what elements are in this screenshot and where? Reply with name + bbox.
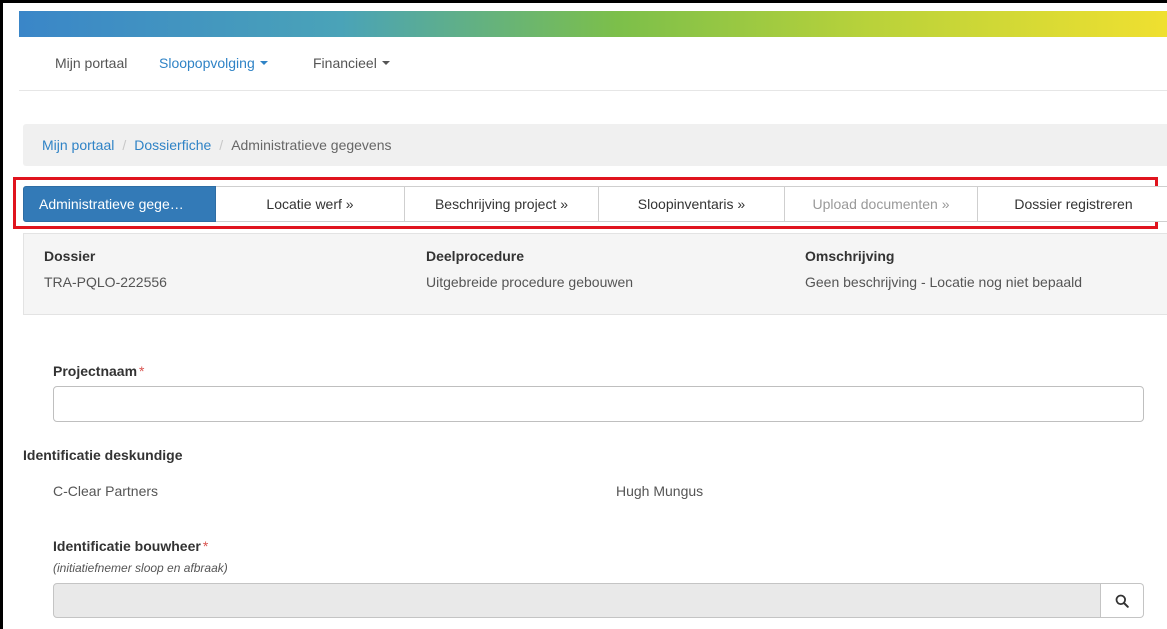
info-deelprocedure: Deelprocedure Uitgebreide procedure gebo… <box>426 248 633 290</box>
step-locatie-werf[interactable]: Locatie werf » <box>216 186 405 222</box>
field-label-text: Projectnaam <box>53 363 138 379</box>
top-navbar: Mijn portaal Sloopopvolging Financieel <box>19 37 1167 91</box>
bouwheer-label: Identificatie bouwheer * <box>53 538 208 554</box>
bouwheer-readonly-field <box>53 583 1101 618</box>
step-administratieve-gegevens[interactable]: Administratieve gege… <box>23 186 216 222</box>
bouwheer-search-button[interactable] <box>1101 583 1144 618</box>
info-value: TRA-PQLO-222556 <box>44 274 167 290</box>
info-omschrijving: Omschrijving Geen beschrijving - Locatie… <box>805 248 1082 290</box>
field-label-text: Identificatie bouwheer <box>53 538 201 554</box>
step-sloopinventaris[interactable]: Sloopinventaris » <box>599 186 785 222</box>
wizard-steps: Administratieve gege… Locatie werf » Bes… <box>23 186 1167 222</box>
info-value: Geen beschrijving - Locatie nog niet bep… <box>805 274 1083 290</box>
projectnaam-label: Projectnaam * <box>53 363 145 379</box>
breadcrumb-separator: / <box>219 137 224 153</box>
step-dossier-registreren[interactable]: Dossier registreren <box>978 186 1167 222</box>
app-frame: Mijn portaal Sloopopvolging Financieel M… <box>0 0 1167 629</box>
caret-down-icon <box>381 61 390 66</box>
step-upload-documenten: Upload documenten » <box>785 186 978 222</box>
dossier-info-panel: Dossier TRA-PQLO-222556 Deelprocedure Ui… <box>23 233 1167 315</box>
info-label: Deelprocedure <box>426 248 525 264</box>
required-marker: * <box>139 363 145 379</box>
breadcrumb-current: Administratieve gegevens <box>231 137 392 153</box>
nav-item-label: Sloopopvolging <box>159 55 255 71</box>
required-marker: * <box>202 538 209 554</box>
nav-item-sloopopvolging[interactable]: Sloopopvolging <box>159 55 268 71</box>
info-label: Dossier <box>44 248 96 264</box>
bouwheer-hint: (initiatiefnemer sloop en afbraak) <box>53 561 228 575</box>
deskundige-section-title: Identificatie deskundige <box>23 447 183 463</box>
breadcrumb-link-dossierfiche[interactable]: Dossierfiche <box>134 137 211 153</box>
info-value: Uitgebreide procedure gebouwen <box>426 274 634 290</box>
search-icon <box>1115 594 1129 608</box>
projectnaam-input[interactable] <box>53 386 1144 422</box>
nav-item-label: Financieel <box>313 55 377 71</box>
breadcrumb-separator: / <box>122 137 127 153</box>
step-beschrijving-project[interactable]: Beschrijving project » <box>405 186 599 222</box>
brand-gradient-bar <box>19 11 1167 37</box>
nav-item-mijn-portaal[interactable]: Mijn portaal <box>55 55 127 71</box>
deskundige-person: Hugh Mungus <box>616 483 704 499</box>
breadcrumb: Mijn portaal / Dossierfiche / Administra… <box>23 124 1167 166</box>
info-dossier: Dossier TRA-PQLO-222556 <box>44 248 167 290</box>
deskundige-company: C-Clear Partners <box>53 483 159 499</box>
info-label: Omschrijving <box>805 248 895 264</box>
caret-down-icon <box>259 61 268 66</box>
breadcrumb-link-mijn-portaal[interactable]: Mijn portaal <box>42 137 114 153</box>
nav-item-financieel[interactable]: Financieel <box>313 55 390 71</box>
